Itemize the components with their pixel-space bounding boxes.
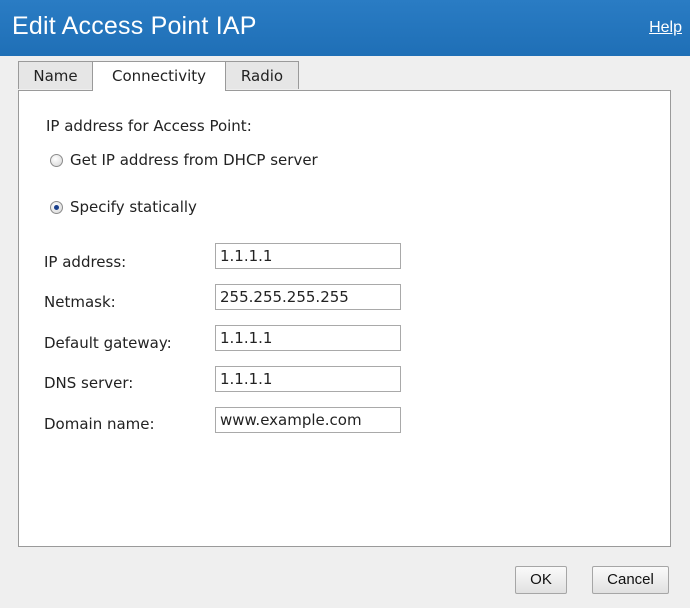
default-gateway-input[interactable]: [215, 325, 401, 351]
netmask-input[interactable]: [215, 284, 401, 310]
ok-button[interactable]: OK: [515, 566, 567, 594]
static-radio-option[interactable]: Specify statically: [50, 198, 197, 216]
netmask-label: Netmask:: [44, 293, 116, 311]
ip-address-label: IP address:: [44, 253, 127, 271]
dns-server-input[interactable]: [215, 366, 401, 392]
dialog-title: Edit Access Point IAP: [12, 12, 257, 40]
tab-radio[interactable]: Radio: [225, 61, 299, 89]
static-radio-label: Specify statically: [70, 198, 197, 216]
dhcp-radio-button[interactable]: [50, 154, 63, 167]
domain-name-label: Domain name:: [44, 415, 155, 433]
tab-connectivity[interactable]: Connectivity: [92, 61, 226, 91]
connectivity-panel: IP address for Access Point: Get IP addr…: [18, 90, 671, 547]
dhcp-radio-label: Get IP address from DHCP server: [70, 151, 318, 169]
title-bar: Edit Access Point IAP Help: [0, 0, 690, 56]
help-link[interactable]: Help: [649, 19, 682, 37]
cancel-button[interactable]: Cancel: [592, 566, 669, 594]
ip-address-section-label: IP address for Access Point:: [46, 117, 252, 135]
default-gateway-label: Default gateway:: [44, 334, 172, 352]
ip-address-input[interactable]: [215, 243, 401, 269]
dhcp-radio-option[interactable]: Get IP address from DHCP server: [50, 151, 318, 169]
dns-server-label: DNS server:: [44, 374, 134, 392]
tab-name[interactable]: Name: [18, 61, 93, 89]
static-radio-button[interactable]: [50, 201, 63, 214]
domain-name-input[interactable]: [215, 407, 401, 433]
